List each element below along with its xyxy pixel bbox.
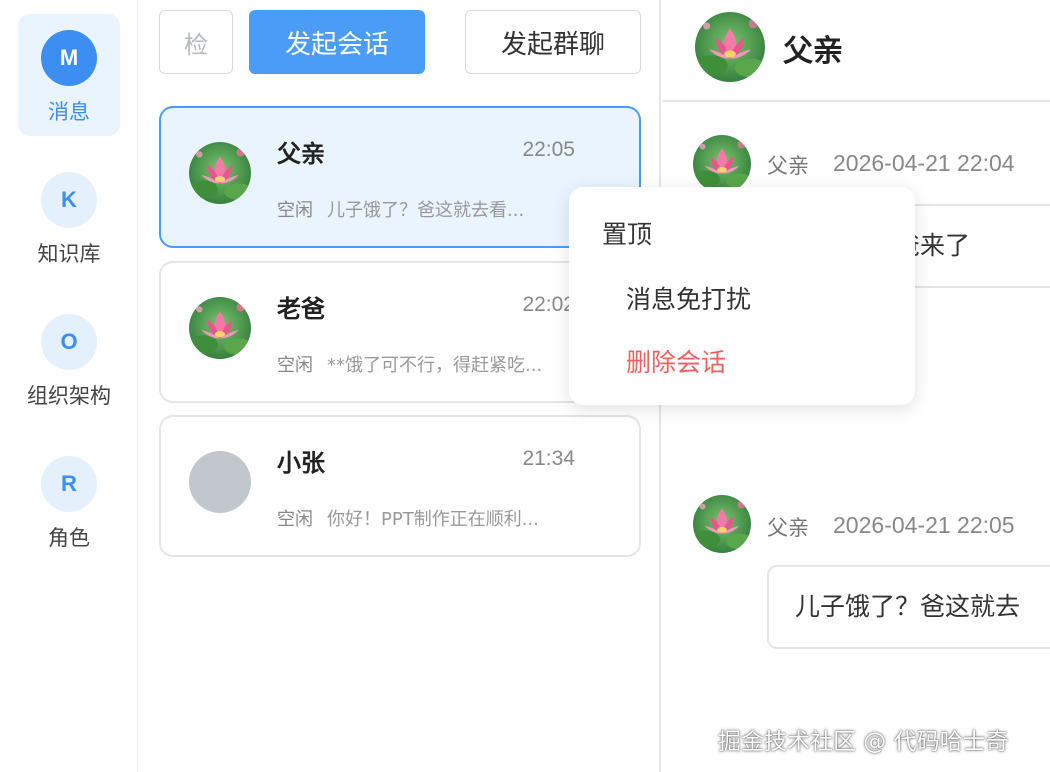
chat-header: 父亲 <box>663 0 1050 102</box>
avatar <box>695 12 765 82</box>
avatar <box>189 297 251 359</box>
watermark: 掘金技术社区 @ 代码哈士奇 <box>718 729 1009 755</box>
avatar <box>189 142 251 204</box>
status-badge: 空闲 <box>277 200 313 221</box>
message-time: 2026-04-21 22:05 <box>833 512 1015 538</box>
nav-item-messages[interactable]: M 消息 <box>18 14 120 136</box>
menu-item-pin[interactable]: 置顶 <box>602 215 652 251</box>
nav-item-knowledge-base[interactable]: K 知识库 <box>18 156 120 278</box>
menu-item-delete[interactable]: 删除会话 <box>626 343 726 379</box>
status-badge: 空闲 <box>277 509 313 530</box>
nav-label: 组织架构 <box>27 384 111 408</box>
conversation-time: 22:02 <box>522 293 575 316</box>
conversation-name: 小张 <box>277 449 325 477</box>
message-time: 2026-04-21 22:04 <box>833 150 1015 176</box>
message-sender: 父亲 <box>767 516 809 540</box>
knowledge-base-icon: K <box>41 172 97 228</box>
conversation-preview: 儿子饿了？爸这就去看... <box>327 200 525 221</box>
conversation-name: 父亲 <box>277 140 325 168</box>
message-sender: 父亲 <box>767 154 809 178</box>
start-group-chat-button[interactable]: 发起群聊 <box>465 10 641 74</box>
avatar <box>693 135 751 193</box>
status-badge: 空闲 <box>277 355 313 376</box>
nav-item-roles[interactable]: R 角色 <box>18 440 120 562</box>
conversation-preview: 你好！PPT制作正在顺利... <box>327 509 539 530</box>
conversation-time: 22:05 <box>522 138 575 161</box>
avatar <box>189 451 251 513</box>
menu-item-mute[interactable]: 消息免打扰 <box>626 280 751 316</box>
nav-label: 角色 <box>48 526 90 550</box>
organization-icon: O <box>41 314 97 370</box>
nav-label: 消息 <box>48 100 90 124</box>
start-chat-button[interactable]: 发起会话 <box>249 10 425 74</box>
conversation-time: 21:34 <box>522 447 575 470</box>
chat-title: 父亲 <box>783 34 843 69</box>
message-bubble: 儿子饿了？爸这就去 <box>767 565 1050 649</box>
search-input[interactable]: 检 <box>159 10 233 74</box>
messages-icon: M <box>41 30 97 86</box>
nav-item-organization[interactable]: O 组织架构 <box>18 298 120 420</box>
nav-label: 知识库 <box>37 242 101 266</box>
roles-icon: R <box>41 456 97 512</box>
conversation-name: 老爸 <box>277 295 325 323</box>
avatar <box>693 495 751 553</box>
sidebar: M 消息 K 知识库 O 组织架构 R 角色 <box>0 0 138 772</box>
conversation-item[interactable]: 小张 21:34 空闲 你好！PPT制作正在顺利... <box>159 415 641 557</box>
context-menu: 置顶 消息免打扰 删除会话 <box>569 187 915 405</box>
conversation-preview: **饿了可不行，得赶紧吃... <box>327 355 543 376</box>
